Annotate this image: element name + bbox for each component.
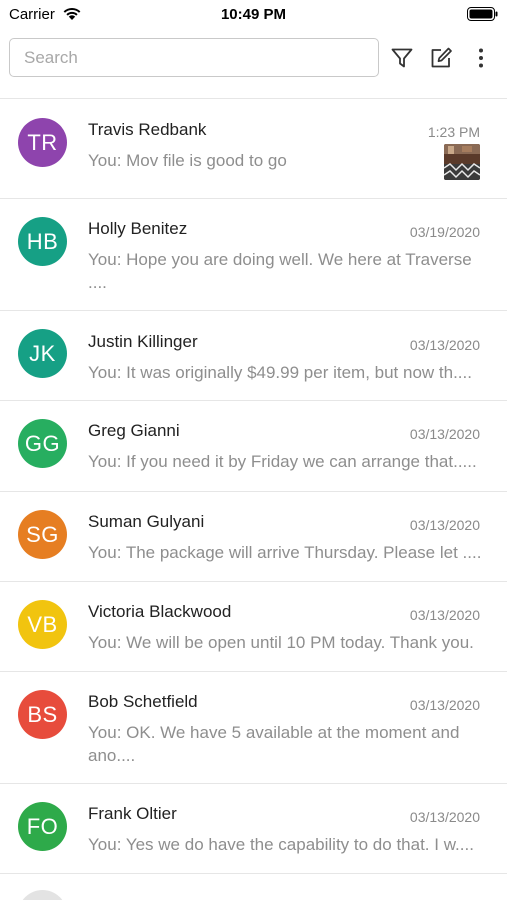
more-vertical-icon xyxy=(479,48,483,68)
status-bar: Carrier 10:49 PM xyxy=(0,0,507,30)
avatar: VB xyxy=(18,600,67,649)
message-preview: You: It was originally $49.99 per item, … xyxy=(88,363,472,382)
message-time: 03/13/2020 xyxy=(409,607,480,623)
battery-icon xyxy=(467,7,498,21)
avatar xyxy=(18,890,67,900)
message-preview: You: The package will arrive Thursday. P… xyxy=(88,543,482,562)
avatar: GG xyxy=(18,419,67,468)
status-time: 10:49 PM xyxy=(220,6,287,23)
conversation-row[interactable]: FO Frank Oltier 03/13/2020 You: Yes we d… xyxy=(0,784,507,874)
contact-name: Suman Gulyani xyxy=(88,512,205,531)
filter-icon xyxy=(391,48,413,68)
avatar: JK xyxy=(18,329,67,378)
conversation-row[interactable]: TR Travis Redbank 1:23 PM You: Mov file … xyxy=(0,99,507,199)
message-preview: You: Hope you are doing well. We here at… xyxy=(88,250,472,269)
message-preview: You: OK. We have 5 available at the mome… xyxy=(88,723,460,742)
message-time: 03/13/2020 xyxy=(409,517,480,533)
more-button[interactable] xyxy=(468,45,494,71)
avatar: SG xyxy=(18,510,67,559)
contact-name: Holly Benitez xyxy=(88,219,188,238)
conversation-row[interactable]: SG Suman Gulyani 03/13/2020 You: The pac… xyxy=(0,492,507,582)
conversation-row[interactable]: HB Holly Benitez 03/19/2020 You: Hope yo… xyxy=(0,199,507,311)
message-time: 03/19/2020 xyxy=(409,224,480,240)
contact-name: Bob Schetfield xyxy=(88,692,198,711)
contact-name: Victoria Blackwood xyxy=(88,602,232,621)
contact-name: Justin Killinger xyxy=(88,332,198,351)
filter-button[interactable] xyxy=(389,45,415,71)
avatar: BS xyxy=(18,690,67,739)
conversation-row[interactable]: BS Bob Schetfield 03/13/2020 You: OK. We… xyxy=(0,672,507,784)
message-time: 03/13/2020 xyxy=(409,809,480,825)
message-time: 03/13/2020 xyxy=(409,697,480,713)
conversation-row-partial[interactable] xyxy=(0,874,507,900)
image-thumbnail-icon xyxy=(444,144,480,180)
contact-name: Frank Oltier xyxy=(88,804,177,823)
search-input[interactable] xyxy=(10,39,378,76)
conversation-row[interactable]: JK Justin Killinger 03/13/2020 You: It w… xyxy=(0,311,507,401)
contact-name: Travis Redbank xyxy=(88,120,207,139)
message-preview-continued: ano.... xyxy=(88,746,136,765)
toolbar xyxy=(0,37,507,79)
contact-name: Greg Gianni xyxy=(88,421,180,440)
message-time: 1:23 PM xyxy=(427,124,480,140)
message-preview: You: Mov file is good to go xyxy=(88,151,287,170)
message-preview-continued: .... xyxy=(88,273,107,292)
conversation-row[interactable]: GG Greg Gianni 03/13/2020 You: If you ne… xyxy=(0,401,507,492)
message-preview: You: We will be open until 10 PM today. … xyxy=(88,633,474,652)
message-preview: You: If you need it by Friday we can arr… xyxy=(88,452,477,471)
message-preview: You: Yes we do have the capability to do… xyxy=(88,835,474,854)
compose-icon xyxy=(431,47,452,68)
search-box[interactable] xyxy=(9,38,379,77)
avatar: HB xyxy=(18,217,67,266)
avatar: TR xyxy=(18,118,67,167)
message-time: 03/13/2020 xyxy=(409,337,480,353)
message-time: 03/13/2020 xyxy=(409,426,480,442)
conversation-row[interactable]: VB Victoria Blackwood 03/13/2020 You: We… xyxy=(0,582,507,672)
attachment-thumbnail[interactable] xyxy=(444,144,480,180)
avatar: FO xyxy=(18,802,67,851)
compose-button[interactable] xyxy=(428,45,454,71)
conversation-list: TR Travis Redbank 1:23 PM You: Mov file … xyxy=(0,98,507,900)
